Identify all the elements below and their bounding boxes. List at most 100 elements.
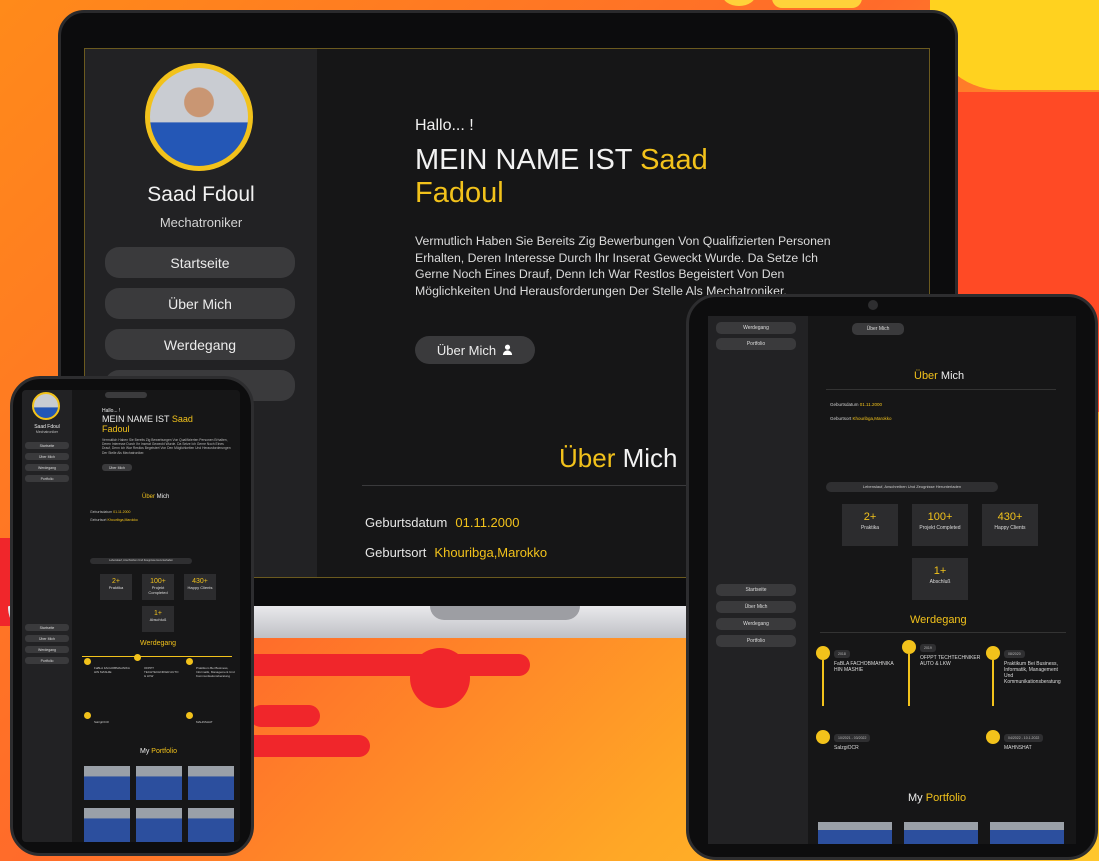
phone-about-rest: Mich <box>155 494 170 500</box>
career-item: 08/2020 Praktikum Bei Business, Informati… <box>1004 650 1068 685</box>
career-title: SalzgiOCR <box>834 745 859 751</box>
stat-label: Praktika <box>108 585 124 590</box>
phone-title-prefix: MEIN NAME IST <box>102 414 172 424</box>
portfolio-image[interactable] <box>818 822 892 844</box>
tablet-stat-clients: 430+ Happy Clients <box>982 504 1038 546</box>
tablet-nav-portfolio[interactable]: Portfolio <box>716 635 796 647</box>
hero-greeting: Hallo... ! <box>415 117 474 134</box>
tablet-nav-ueber-mich[interactable]: Über Mich <box>716 601 796 613</box>
portfolio-image[interactable] <box>188 766 234 800</box>
timeline-line <box>908 654 910 706</box>
phone-title-name: Saad <box>171 414 193 424</box>
sidebar-item-ueber-mich[interactable]: Über Mich <box>105 288 295 319</box>
timeline-dot <box>84 712 91 719</box>
phone-speaker <box>105 392 147 398</box>
phone-about-button[interactable]: Über Mich <box>102 464 132 471</box>
phone-career-item: FaBLA FACHOBMAHNIKA HIN MASHIE <box>94 666 130 674</box>
stat-label: Abschluß <box>929 579 951 585</box>
decor-stripe <box>250 705 320 727</box>
tablet-about-rest: Mich <box>937 370 965 382</box>
career-badge: 10/2021 - 03/2022 <box>834 734 871 742</box>
tablet-stat-projects: 100+ Projekt Completed <box>912 504 968 546</box>
info-label: Geburtsort <box>830 416 852 421</box>
career-badge: 04/2022 - 10.1.2022 <box>1004 734 1044 742</box>
tablet-docs-button[interactable]: Lebenslauf, Anschreiben Und Zeugnisse He… <box>826 482 998 492</box>
career-badge: 08/2020 <box>1004 650 1025 658</box>
phone-stat-abschluss: 1+ Abschluß <box>142 606 174 632</box>
phone-docs-button[interactable]: Lebenslauf, Anschreiben Und Zeugnisse He… <box>90 558 192 564</box>
decor-dot <box>410 648 470 708</box>
divider <box>820 632 1066 633</box>
timeline-line <box>992 660 994 706</box>
divider <box>362 485 692 486</box>
info-label: Geburtsdatum <box>365 515 448 530</box>
phone-career-item: SalzgiOCR <box>94 720 109 724</box>
timeline-dot <box>816 646 830 660</box>
portfolio-title-prefix: My <box>908 792 923 804</box>
phone-career-item: MAHNSHAT <box>196 720 213 724</box>
tablet-about-button[interactable]: Über Mich <box>852 323 904 335</box>
timeline-dot <box>134 654 141 661</box>
stat-value: 1+ <box>154 610 162 617</box>
phone-intro: Vermutlich Haben Sie Bereits Zig Bewerbu… <box>102 438 231 455</box>
portfolio-image[interactable] <box>84 766 130 800</box>
portfolio-image[interactable] <box>990 822 1064 844</box>
phone-avatar <box>32 392 60 420</box>
phone-nav-portfolio[interactable]: Portfolio <box>25 475 69 482</box>
tablet-nav-startseite[interactable]: Startseite <box>716 584 796 596</box>
divider <box>826 389 1056 390</box>
stat-label: Happy Clients <box>187 585 213 590</box>
phone-nav-werdegang[interactable]: Werdegang <box>25 646 69 653</box>
stat-label: Praktika <box>860 525 880 531</box>
phone-nav-startseite[interactable]: Startseite <box>25 624 69 631</box>
timeline-dot <box>986 730 1000 744</box>
phone-info-birthdate: Geburtsdatum 01.11.2000 <box>90 510 130 514</box>
tablet-sidebar <box>708 316 808 844</box>
phone-info-birthplace: Geburtsort Khouribga,Marokko <box>90 518 138 522</box>
about-me-button[interactable]: Über Mich <box>415 336 535 364</box>
hero-title-name: Saad <box>640 144 708 176</box>
tablet-stat-praktika: 2+ Praktika <box>842 504 898 546</box>
phone-career-item: OFPPT TECHTECHNIKER AUTO & LKW <box>144 666 179 678</box>
portfolio-image[interactable] <box>136 766 182 800</box>
phone-nav-portfolio[interactable]: Portfolio <box>25 657 69 664</box>
portfolio-title-prefix: My <box>140 748 150 755</box>
decor-stripe <box>230 654 530 676</box>
portfolio-image[interactable] <box>904 822 978 844</box>
phone-title-surname: Fadoul <box>102 424 130 434</box>
sidebar-item-werdegang[interactable]: Werdegang <box>105 329 295 360</box>
phone-nav-ueber-mich[interactable]: Über Mich <box>25 635 69 642</box>
tablet-nav-portfolio[interactable]: Portfolio <box>716 338 796 350</box>
about-title-rest: Mich <box>615 443 678 473</box>
laptop-notch <box>430 606 580 620</box>
timeline-dot <box>84 658 91 665</box>
career-title: FaBLA FACHOBMAHNIKA HIN MASHIE <box>834 661 894 673</box>
info-row-birthdate: Geburtsdatum 01.11.2000 <box>365 515 519 530</box>
phone-nav-startseite[interactable]: Startseite <box>25 442 69 449</box>
hero-title: MEIN NAME IST Saad Fadoul <box>415 144 815 210</box>
tablet-camera <box>868 300 878 310</box>
timeline-dot <box>986 646 1000 660</box>
portfolio-image[interactable] <box>84 808 130 842</box>
phone-nav-werdegang[interactable]: Werdegang <box>25 464 69 471</box>
about-title-accent: Über <box>559 443 616 473</box>
avatar <box>145 63 253 171</box>
phone-about-title: Über Mich <box>142 494 169 500</box>
tablet-nav-werdegang[interactable]: Werdegang <box>716 322 796 334</box>
portfolio-image[interactable] <box>188 808 234 842</box>
career-item: 2018 FaBLA FACHOBMAHNIKA HIN MASHIE <box>834 650 896 673</box>
career-item: 2019 OFPPT TECHTECHNIKER AUTO & LKW <box>920 644 982 667</box>
timeline-dot <box>902 640 916 654</box>
info-label: Geburtsdatum <box>830 402 859 407</box>
hero-title-prefix: MEIN NAME IST <box>415 144 641 176</box>
decor-bubble <box>772 0 862 8</box>
phone-stat-praktika: 2+ Praktika <box>100 574 132 600</box>
tablet-nav-werdegang[interactable]: Werdegang <box>716 618 796 630</box>
portfolio-image[interactable] <box>136 808 182 842</box>
phone-nav-ueber-mich[interactable]: Über Mich <box>25 453 69 460</box>
phone-profile-role: Mechatroniker <box>35 430 59 434</box>
sidebar-item-startseite[interactable]: Startseite <box>105 247 295 278</box>
info-value: 01.11.2000 <box>113 510 131 514</box>
portfolio-title-accent: Portfolio <box>149 748 177 755</box>
phone-stat-clients: 430+ Happy Clients <box>184 574 216 600</box>
